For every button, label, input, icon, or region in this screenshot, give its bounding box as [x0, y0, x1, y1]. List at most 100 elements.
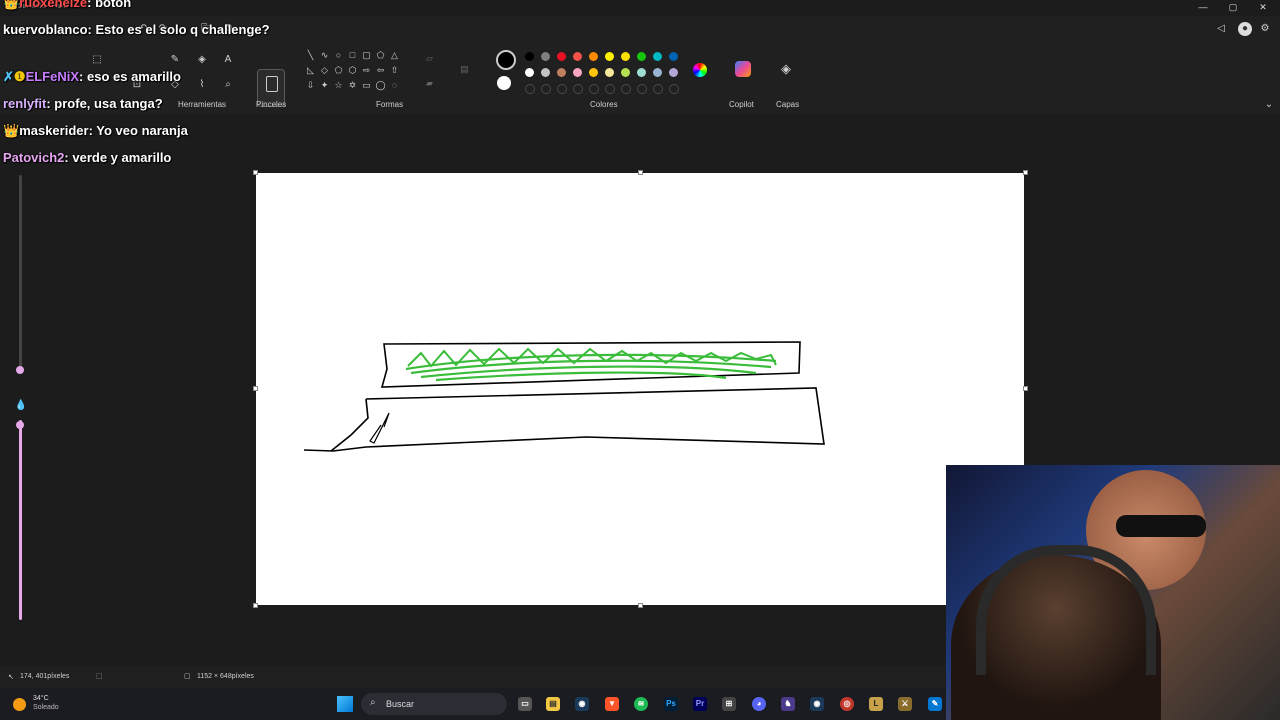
right-triangle-shape-icon[interactable]: ◺: [305, 65, 316, 76]
minimize-button[interactable]: —: [1188, 0, 1218, 16]
rectangle-shape-icon[interactable]: □: [347, 50, 358, 61]
oval-shape-icon[interactable]: ○: [333, 50, 344, 61]
secondary-color-swatch[interactable]: [497, 76, 511, 90]
text-icon[interactable]: A: [221, 53, 235, 67]
opacity-slider-track[interactable]: [19, 420, 22, 620]
file-explorer-icon[interactable]: ▤: [546, 697, 560, 711]
task-view-icon[interactable]: ▭: [518, 697, 532, 711]
paint-icon[interactable]: ✎: [928, 697, 942, 711]
empty-color-swatch[interactable]: [573, 84, 583, 94]
gear-icon[interactable]: ⚙: [1258, 22, 1272, 36]
color-swatch[interactable]: [557, 68, 566, 77]
weather-sun-icon[interactable]: [13, 698, 26, 711]
star6-shape-icon[interactable]: ✡: [347, 80, 358, 91]
layers-icon[interactable]: ◈: [779, 62, 793, 76]
callout-cloud-shape-icon[interactable]: ◌: [389, 80, 400, 91]
color-swatch[interactable]: [669, 52, 678, 61]
color-swatch[interactable]: [637, 52, 646, 61]
game-alt-icon[interactable]: ⚔: [898, 697, 912, 711]
empty-color-swatch[interactable]: [621, 84, 631, 94]
triangle-shape-icon[interactable]: △: [389, 50, 400, 61]
premiere-icon[interactable]: Pr: [693, 697, 707, 711]
steam-alt-icon[interactable]: ◉: [810, 697, 824, 711]
spotify-icon[interactable]: ≋: [634, 697, 648, 711]
pencil-icon[interactable]: ✎: [168, 53, 182, 67]
empty-color-swatch[interactable]: [525, 84, 535, 94]
empty-color-swatch[interactable]: [541, 84, 551, 94]
fill-icon[interactable]: ◈: [195, 53, 209, 67]
empty-color-swatch[interactable]: [653, 84, 663, 94]
color-swatch[interactable]: [637, 68, 646, 77]
opacity-slider-knob[interactable]: [16, 421, 24, 429]
curve-shape-icon[interactable]: ∿: [319, 50, 330, 61]
resize-handle-bl[interactable]: [253, 603, 258, 608]
color-swatch[interactable]: [541, 52, 550, 61]
color-swatch[interactable]: [525, 68, 534, 77]
star5-shape-icon[interactable]: ☆: [333, 80, 344, 91]
windows-start-icon[interactable]: [337, 696, 353, 712]
resize-handle-bottom[interactable]: [638, 603, 643, 608]
star4-shape-icon[interactable]: ✦: [319, 80, 330, 91]
brave-icon[interactable]: ▼: [605, 697, 619, 711]
close-button[interactable]: ✕: [1248, 0, 1278, 16]
arrow-right-shape-icon[interactable]: ⇨: [361, 65, 372, 76]
copilot-icon[interactable]: [735, 61, 751, 77]
empty-color-swatch[interactable]: [605, 84, 615, 94]
size-slider-track[interactable]: [19, 175, 22, 370]
game-icon[interactable]: ♞: [781, 697, 795, 711]
resize-handle-tl[interactable]: [253, 170, 258, 175]
empty-color-swatch[interactable]: [669, 84, 679, 94]
maximize-button[interactable]: ▢: [1218, 0, 1248, 16]
hexagon-shape-icon[interactable]: ⬡: [347, 65, 358, 76]
line-shape-icon[interactable]: ╲: [305, 50, 316, 61]
pentagon-shape-icon[interactable]: ⬠: [333, 65, 344, 76]
color-swatch[interactable]: [573, 68, 582, 77]
color-swatch[interactable]: [605, 68, 614, 77]
color-swatch[interactable]: [557, 52, 566, 61]
color-swatch[interactable]: [573, 52, 582, 61]
league-icon[interactable]: L: [869, 697, 883, 711]
arrow-down-shape-icon[interactable]: ⇩: [305, 80, 316, 91]
color-swatch[interactable]: [669, 68, 678, 77]
photoshop-icon[interactable]: Ps: [664, 697, 678, 711]
polygon-shape-icon[interactable]: ⬠: [375, 50, 386, 61]
diamond-shape-icon[interactable]: ◇: [319, 65, 330, 76]
feedback-icon[interactable]: ◁: [1214, 22, 1228, 36]
color-swatch[interactable]: [621, 52, 630, 61]
magnifier-icon[interactable]: ⌕: [221, 78, 235, 92]
resize-handle-top[interactable]: [638, 170, 643, 175]
resize-handle-tr[interactable]: [1023, 170, 1028, 175]
color-swatch[interactable]: [605, 52, 614, 61]
color-swatch[interactable]: [525, 52, 534, 61]
chevron-down-icon[interactable]: ⌄: [1262, 98, 1276, 112]
resize-handle-right[interactable]: [1023, 386, 1028, 391]
empty-color-swatch[interactable]: [637, 84, 647, 94]
steam-icon[interactable]: ◉: [575, 697, 589, 711]
color-swatch[interactable]: [653, 68, 662, 77]
size-slider-knob[interactable]: [16, 366, 24, 374]
app-icon[interactable]: ⊞: [722, 697, 736, 711]
callout-oval-shape-icon[interactable]: ◯: [375, 80, 386, 91]
discord-icon[interactable]: ◕: [752, 697, 766, 711]
arrow-up-shape-icon[interactable]: ⇧: [389, 65, 400, 76]
color-wheel-icon[interactable]: [693, 63, 707, 77]
outline-icon[interactable]: ▱: [424, 53, 435, 64]
color-swatch[interactable]: [589, 68, 598, 77]
taskbar-search-box[interactable]: ⌕ Buscar: [361, 693, 507, 715]
color-swatch[interactable]: [541, 68, 550, 77]
color-swatch[interactable]: [589, 52, 598, 61]
obs-icon[interactable]: ◎: [840, 697, 854, 711]
arrow-left-shape-icon[interactable]: ⇦: [375, 65, 386, 76]
fill-shape-icon[interactable]: ▰: [424, 78, 435, 89]
avatar[interactable]: ●: [1238, 22, 1252, 36]
rounded-rect-shape-icon[interactable]: ▢: [361, 50, 372, 61]
callout-rect-shape-icon[interactable]: ▭: [361, 80, 372, 91]
empty-color-swatch[interactable]: [557, 84, 567, 94]
empty-color-swatch[interactable]: [589, 84, 599, 94]
color-swatch[interactable]: [621, 68, 630, 77]
color-swatch[interactable]: [653, 52, 662, 61]
color-picker-icon[interactable]: ⌇: [195, 78, 209, 92]
shape-gallery-icon[interactable]: ▤: [459, 64, 470, 75]
resize-handle-left[interactable]: [253, 386, 258, 391]
drawing-canvas[interactable]: [256, 173, 1024, 605]
